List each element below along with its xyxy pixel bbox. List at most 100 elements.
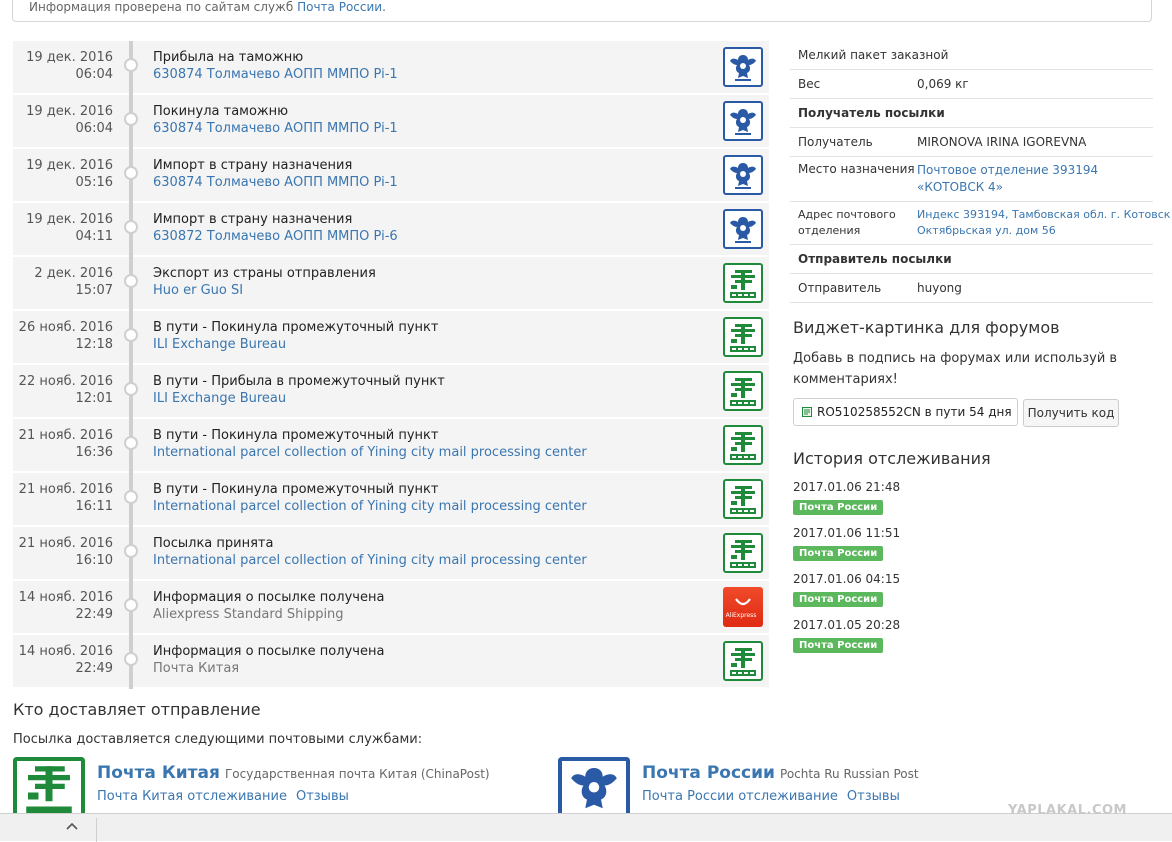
event-time: 16:10 xyxy=(75,553,113,568)
timeline-marker xyxy=(124,203,138,257)
widget-preview[interactable]: RO510258552CN в пути 54 дня xyxy=(793,398,1018,426)
china-post-logo[interactable] xyxy=(13,757,85,817)
timeline-dot-icon xyxy=(124,652,138,666)
china-post-emblem-icon xyxy=(730,432,756,460)
event-date: 19 дек. 2016 xyxy=(26,158,113,173)
carrier-title-link[interactable]: Почта России xyxy=(642,763,775,783)
timeline-marker xyxy=(124,257,138,311)
detail-value: huyong xyxy=(917,281,962,295)
china-post-logo xyxy=(723,263,763,303)
destination-line-2: «КОТОВСК 4» xyxy=(917,180,1004,194)
timeline-marker xyxy=(124,581,138,635)
timeline-marker xyxy=(124,311,138,365)
notice-text: Информация проверена по сайтам служб Поч… xyxy=(29,0,386,14)
aliexpress-logo: AliExpress xyxy=(723,587,763,627)
event-time: 05:16 xyxy=(75,175,113,190)
event-date: 19 дек. 2016 xyxy=(26,212,113,227)
event-status: Экспорт из страны отправления xyxy=(153,266,376,281)
get-code-button[interactable]: Получить код xyxy=(1023,399,1119,427)
parcel-details-table: Мелкий пакет заказной Вес 0,069 кг Получате… xyxy=(790,41,1170,303)
history-item: 2017.01.06 11:51 Почта России xyxy=(793,525,900,561)
event-location[interactable]: International parcel collection of Yinin… xyxy=(153,552,587,569)
event-location[interactable]: 630874 Толмачево АОПП ММПО Pi-1 xyxy=(153,174,398,191)
carrier-links: Почта Китая отслеживание Отзывы xyxy=(97,789,358,804)
event-location[interactable]: ILI Exchange Bureau xyxy=(153,390,286,407)
detail-row: Получатель MIRONOVA IRINA IGOREVNA xyxy=(790,128,1153,157)
event-location[interactable]: 630872 Толмачево АОПП ММПО Pi-6 xyxy=(153,228,398,245)
event-datetime: 22 нояб. 2016 12:01 xyxy=(13,373,113,407)
package-type: Мелкий пакет заказной xyxy=(798,48,949,62)
china-post-logo xyxy=(723,479,763,519)
event-status: Импорт в страну назначения xyxy=(153,212,353,227)
carrier-title-link[interactable]: Почта Китая xyxy=(97,763,220,783)
bottom-bar xyxy=(0,813,1172,842)
detail-key: Место назначения xyxy=(798,162,915,176)
detail-key: Получатель xyxy=(798,135,873,149)
history-item: 2017.01.06 21:48 Почта России xyxy=(793,479,900,515)
office-address-link[interactable]: Индекс 393194, Тамбовская обл. г. Котовс… xyxy=(917,207,1170,239)
section-header-row: Получатель посылки xyxy=(790,99,1153,128)
china-post-emblem-icon xyxy=(730,378,756,406)
history-source-badge: Почта России xyxy=(793,500,884,515)
history-date: 2017.01.06 04:15 xyxy=(793,572,901,586)
event-time: 16:11 xyxy=(75,499,113,514)
china-post-emblem-icon xyxy=(26,766,72,817)
timeline-marker xyxy=(124,419,138,473)
russian-post-link[interactable]: Почта России xyxy=(297,0,382,14)
package-icon xyxy=(802,407,812,417)
history-title: История отслеживания xyxy=(793,449,991,468)
event-datetime: 2 дек. 2016 15:07 xyxy=(13,265,113,299)
event-location[interactable]: ILI Exchange Bureau xyxy=(153,336,286,353)
history-source-badge: Почта России xyxy=(793,592,884,607)
timeline-dot-icon xyxy=(124,58,138,72)
tracking-event-row: 2 дек. 2016 15:07 Экспорт из страны отправ… xyxy=(13,257,769,311)
event-datetime: 19 дек. 2016 04:11 xyxy=(13,211,113,245)
carrier-reviews-link[interactable]: Отзывы xyxy=(847,789,900,804)
destination-row: Место назначения Почтовое отделение 39319… xyxy=(790,157,1153,202)
china-post-emblem-icon xyxy=(730,540,756,568)
tracking-event-row: 26 нояб. 2016 12:18 В пути - Покинула пром… xyxy=(13,311,769,365)
timeline-dot-icon xyxy=(124,598,138,612)
china-post-logo xyxy=(723,425,763,465)
russian-post-logo[interactable] xyxy=(558,757,630,817)
event-time: 06:04 xyxy=(75,121,113,136)
event-location[interactable]: 630874 Толмачево АОПП ММПО Pi-1 xyxy=(153,66,398,83)
tracking-event-row: 22 нояб. 2016 12:01 В пути - Прибыла в про… xyxy=(13,365,769,419)
event-time: 06:04 xyxy=(75,67,113,82)
tracking-event-row: 21 нояб. 2016 16:11 В пути - Покинула пром… xyxy=(13,473,769,527)
tracking-event-row: 14 нояб. 2016 22:49 Информация о посылке п… xyxy=(13,581,769,635)
chevron-up-icon[interactable] xyxy=(66,822,78,830)
tracking-event-row: 19 дек. 2016 04:11 Импорт в страну назначе… xyxy=(13,203,769,257)
tracking-events-list: 19 дек. 2016 06:04 Прибыла на таможню 63087… xyxy=(13,41,769,689)
section-header-row: Отправитель посылки xyxy=(790,245,1153,274)
russian-post-eagle-icon xyxy=(730,217,756,243)
carrier-tracking-link[interactable]: Почта Китая отслеживание xyxy=(97,789,287,804)
tracking-event-row: 14 нояб. 2016 22:49 Информация о посылке п… xyxy=(13,635,769,689)
timeline-dot-icon xyxy=(124,490,138,504)
event-date: 21 нояб. 2016 xyxy=(18,428,113,443)
russian-post-logo xyxy=(723,155,763,195)
timeline-marker xyxy=(124,527,138,581)
event-location[interactable]: International parcel collection of Yinin… xyxy=(153,444,587,461)
carrier-reviews-link[interactable]: Отзывы xyxy=(296,789,349,804)
event-date: 19 дек. 2016 xyxy=(26,104,113,119)
russian-post-logo xyxy=(723,47,763,87)
widget-description: Добавь в подпись на форумах или использу… xyxy=(793,351,1118,387)
carrier-tracking-link[interactable]: Почта России отслеживание xyxy=(642,789,838,804)
address-key-line-1: Адрес почтового xyxy=(798,208,896,221)
timeline-dot-icon xyxy=(124,382,138,396)
event-location[interactable]: International parcel collection of Yinin… xyxy=(153,498,587,515)
bottom-divider xyxy=(96,818,97,842)
event-location[interactable]: 630874 Толмачево АОПП ММПО Pi-1 xyxy=(153,120,398,137)
widget-title: Виджет-картинка для форумов xyxy=(793,318,1060,337)
china-post-emblem-icon xyxy=(730,270,756,298)
event-datetime: 14 нояб. 2016 22:49 xyxy=(13,589,113,623)
destination-link[interactable]: Почтовое отделение 393194 «КОТОВСК 4» xyxy=(917,162,1098,196)
event-date: 22 нояб. 2016 xyxy=(18,374,113,389)
office-address-row: Адрес почтового отделения Индекс 393194, Т… xyxy=(790,202,1170,245)
event-time: 04:11 xyxy=(75,229,113,244)
address-line-1: Индекс 393194, Тамбовская обл. г. Котовс… xyxy=(917,208,1171,221)
event-location[interactable]: Huo er Guo SI xyxy=(153,282,243,299)
event-time: 12:18 xyxy=(75,337,113,352)
carrier-subtitle: Государственная почта Китая (ChinaPost) xyxy=(224,767,490,781)
